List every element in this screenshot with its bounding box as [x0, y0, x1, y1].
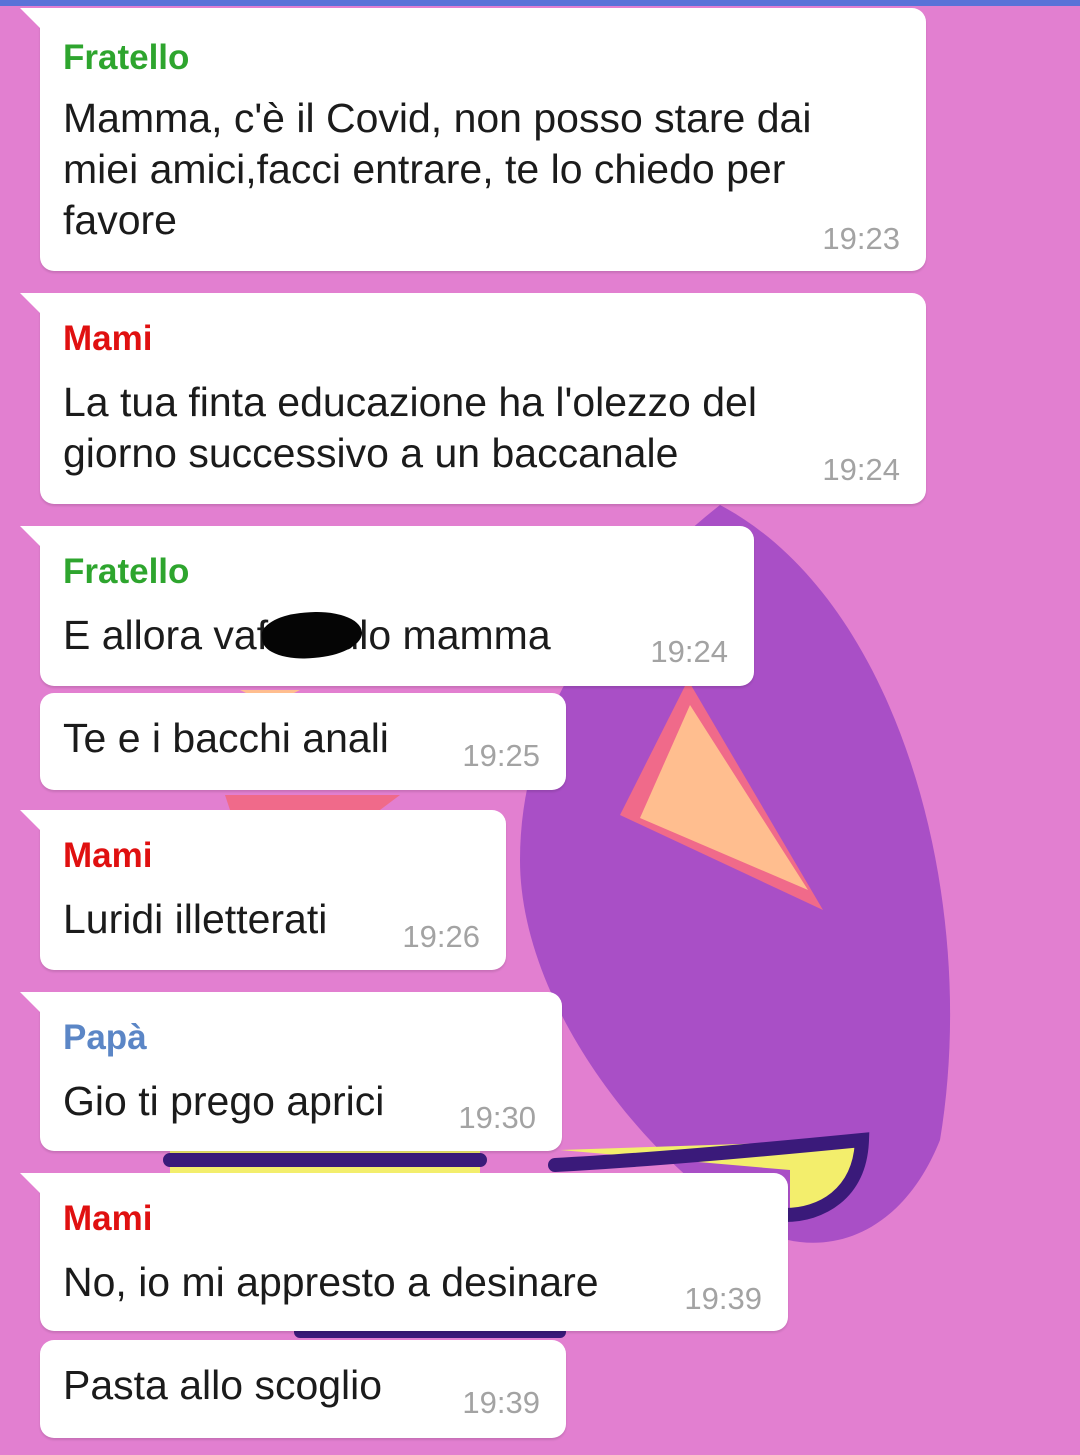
message-time: 19:39: [462, 1385, 540, 1420]
message-bubble[interactable]: Papà Gio ti prego aprici 19:30: [20, 992, 562, 1151]
message-text: Gio ti prego aprici: [63, 1078, 385, 1124]
message-time: 19:23: [822, 221, 900, 256]
message-time: 19:25: [462, 738, 540, 773]
sender-name: Mami: [63, 836, 153, 875]
message-bubble[interactable]: Fratello Mamma, c'è il Covid, non posso …: [20, 8, 926, 271]
wallpaper-pink-small: [225, 795, 400, 810]
message-text: Luridi illetterati: [63, 896, 328, 942]
message-text: No, io mi appresto a desinare: [63, 1259, 599, 1305]
bubble-tail: [20, 8, 42, 30]
bubble-tail: [20, 526, 42, 548]
message-bubble[interactable]: Te e i bacchi anali 19:25: [40, 693, 566, 790]
sender-name: Mami: [63, 1199, 153, 1238]
message-time: 19:24: [822, 452, 900, 487]
message-bubble[interactable]: Fratello E allora vaf ulo mamma 19:24: [20, 526, 754, 686]
message-bubble[interactable]: Mami La tua finta educazione ha l'olezzo…: [20, 293, 926, 504]
bubble-tail: [20, 810, 42, 832]
message-text: Te e i bacchi anali: [63, 715, 389, 761]
message-text: La tua finta educazione ha l'olezzo del …: [63, 379, 757, 476]
message-time: 19:30: [458, 1100, 536, 1135]
message-time: 19:24: [650, 634, 728, 669]
message-bubble[interactable]: Mami Luridi illetterati 19:26: [20, 810, 506, 970]
message-text: Mamma, c'è il Covid, non posso stare dai…: [63, 95, 812, 243]
message-bubble[interactable]: Mami No, io mi appresto a desinare 19:39: [20, 1173, 788, 1331]
bubble-tail: [20, 992, 42, 1014]
message-time: 19:39: [684, 1281, 762, 1316]
message-time: 19:26: [402, 919, 480, 954]
sender-name: Fratello: [63, 552, 190, 591]
message-bubble[interactable]: Pasta allo scoglio 19:39: [40, 1340, 566, 1438]
message-text: Pasta allo scoglio: [63, 1362, 383, 1408]
sender-name: Fratello: [63, 38, 190, 77]
sender-name: Papà: [63, 1018, 147, 1057]
bubble-tail: [20, 1173, 42, 1195]
sender-name: Mami: [63, 319, 153, 358]
bubble-tail: [20, 293, 42, 315]
